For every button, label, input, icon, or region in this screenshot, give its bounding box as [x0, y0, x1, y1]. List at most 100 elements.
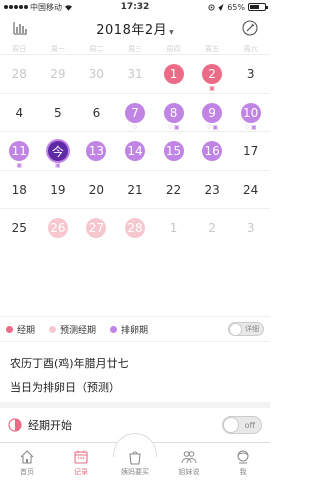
calendar-day-cell[interactable]: 1 [154, 209, 193, 247]
calendar-day-number: 18 [11, 182, 27, 197]
weekday-row: 周日 周一 周二 周三 周四 周五 周六 [0, 44, 270, 54]
calendar-grid: 28 29 30 31 1 2 ▣ 3 4 5 6 7 ♡ 8 ♡ ▣ 9 ♡ ▣ 10 ♡ ▣ 11 ▣ 今 ▣ 13 14 15 16… [0, 54, 270, 247]
calendar-day-number: 31 [127, 67, 143, 81]
weekday-label: 周六 [243, 45, 258, 53]
calendar-day-cell[interactable]: 10 ♡ ▣ [231, 94, 270, 132]
calendar-day-cell[interactable]: 30 [77, 55, 116, 93]
calendar-day-number: 5 [54, 105, 62, 120]
heart-icon: ♡ [132, 123, 138, 131]
calendar-day-number: 29 [50, 67, 66, 81]
calendar-day-cell[interactable]: 29 [39, 55, 78, 93]
ovulation-dot-icon [110, 325, 118, 333]
calendar-week-row: 18 19 20 21 22 23 24 [0, 169, 270, 209]
note-icon: ▣ [209, 85, 215, 92]
calendar-day-cell[interactable]: 2 ▣ [193, 55, 232, 93]
calendar-week-row: 25 26 27 28 1 2 3 [0, 208, 270, 247]
calendar-day-cell[interactable]: 20 [77, 171, 116, 209]
calendar-day-number: 26 [47, 218, 68, 238]
calendar-day-number: 10 [240, 102, 261, 123]
lunar-date: 农历丁酉(鸡)年腊月廿七 [10, 357, 129, 370]
toggle-label: 详细 [245, 325, 259, 333]
calendar-day-cell[interactable]: 26 [39, 209, 78, 247]
day-marks: ♡ ▣ [245, 124, 257, 131]
calendar-day-number: 28 [124, 218, 145, 238]
detail-toggle[interactable]: 详细 [228, 322, 264, 336]
note-icon: ▣ [16, 162, 23, 169]
calendar-day-cell[interactable]: 2 [193, 209, 232, 247]
tab-label: 首页 [20, 468, 34, 476]
calendar-day-number: 16 [202, 141, 223, 161]
people-icon [181, 451, 197, 464]
calendar-day-number: 22 [165, 182, 182, 197]
calendar-day-cell[interactable]: 7 ♡ [116, 94, 155, 132]
calendar-day-cell[interactable]: 21 [116, 171, 155, 209]
calendar-day-cell[interactable]: 1 [154, 55, 193, 93]
calendar-week-row: 11 ▣ 今 ▣ 13 14 15 16 17 [0, 131, 270, 170]
calendar-day-number: 2 [202, 64, 223, 84]
calendar-day-number: 24 [243, 182, 259, 197]
calendar-week-row: 4 5 6 7 ♡ 8 ♡ ▣ 9 ♡ ▣ 10 ♡ ▣ [0, 92, 270, 132]
calendar-day-number: 17 [243, 144, 259, 158]
calendar-day-cell[interactable]: 9 ♡ ▣ [193, 94, 232, 132]
calendar-day-cell[interactable]: 22 [154, 171, 193, 209]
calendar-day-cell[interactable]: 31 [116, 55, 155, 93]
calendar-day-cell[interactable]: 19 [39, 171, 78, 209]
calendar-day-number: 7 [124, 102, 145, 123]
calendar-day-number: 6 [92, 105, 101, 120]
calendar-day-cell[interactable]: 28 [0, 55, 39, 93]
calendar-day-cell[interactable]: 4 [0, 94, 39, 132]
tab-record[interactable]: 记录 [54, 443, 108, 480]
tab-shop[interactable]: 姨妈要买 [108, 433, 162, 480]
day-marks: ♡ ▣ [168, 124, 180, 131]
heart-icon: ♡ [206, 123, 212, 131]
tab-label: 姨妈要买 [121, 468, 149, 476]
edit-icon[interactable] [242, 20, 258, 36]
calendar-day-cell[interactable]: 3 [231, 209, 270, 247]
calendar-header: 2018年2月 ▼ [0, 14, 270, 42]
calendar-day-cell[interactable]: 5 [39, 94, 78, 132]
calendar-day-cell[interactable]: 15 [154, 132, 193, 170]
tab-home[interactable]: 首页 [0, 443, 54, 480]
calendar-day-cell[interactable]: 28 [116, 209, 155, 247]
note-icon: ▣ [173, 123, 180, 131]
calendar-icon [74, 450, 88, 464]
calendar-day-number: 14 [124, 141, 145, 161]
calendar-day-cell[interactable]: 8 ♡ ▣ [154, 94, 193, 132]
calendar-day-number: 11 [9, 141, 30, 161]
calendar-day-cell[interactable]: 27 [77, 209, 116, 247]
calendar-day-cell[interactable]: 23 [193, 171, 232, 209]
legend-label: 经期 [17, 325, 36, 336]
calendar-day-cell[interactable]: 今 ▣ [39, 132, 78, 170]
calendar-day-number: 28 [11, 67, 27, 81]
calendar-day-cell[interactable]: 13 [77, 132, 116, 170]
legend-label: 预测经期 [60, 325, 97, 336]
calendar-day-number: 21 [127, 182, 143, 197]
battery-icon [248, 3, 268, 11]
calendar-day-cell[interactable]: 24 [231, 171, 270, 209]
calendar-day-cell[interactable]: 17 [231, 132, 270, 170]
calendar-day-cell[interactable]: 11 ▣ [0, 132, 39, 170]
calendar-day-number: 23 [204, 182, 220, 197]
bar-chart-icon[interactable] [12, 20, 28, 36]
calendar-day-cell[interactable]: 16 [193, 132, 232, 170]
calendar-day-cell[interactable]: 25 [0, 209, 39, 247]
period-start-toggle[interactable]: off [222, 416, 262, 434]
note-icon: ▣ [251, 123, 257, 131]
calendar-day-number: 2 [208, 221, 216, 235]
calendar-day-cell[interactable]: 18 [0, 171, 39, 209]
month-selector[interactable]: 2018年2月 ▼ [96, 19, 173, 38]
weekday-label: 周四 [166, 45, 181, 53]
calendar-day-number: 4 [15, 105, 24, 120]
calendar-day-number: 20 [88, 182, 105, 197]
heart-icon: ♡ [167, 123, 173, 131]
legend-bar: 经期 预测经期 排卵期 详细 [0, 316, 270, 342]
tab-me[interactable]: 我 [216, 443, 270, 480]
tab-sisters[interactable]: 姐妹说 [162, 443, 216, 480]
clock: 17:32 [120, 2, 150, 12]
calendar-day-number: 25 [11, 221, 27, 235]
calendar-day-cell[interactable]: 3 [231, 55, 270, 93]
calendar-day-cell[interactable]: 6 [77, 94, 116, 132]
shopping-bag-icon [129, 451, 141, 465]
legend-item-period: 经期 [6, 323, 35, 336]
calendar-day-cell[interactable]: 14 [116, 132, 155, 170]
